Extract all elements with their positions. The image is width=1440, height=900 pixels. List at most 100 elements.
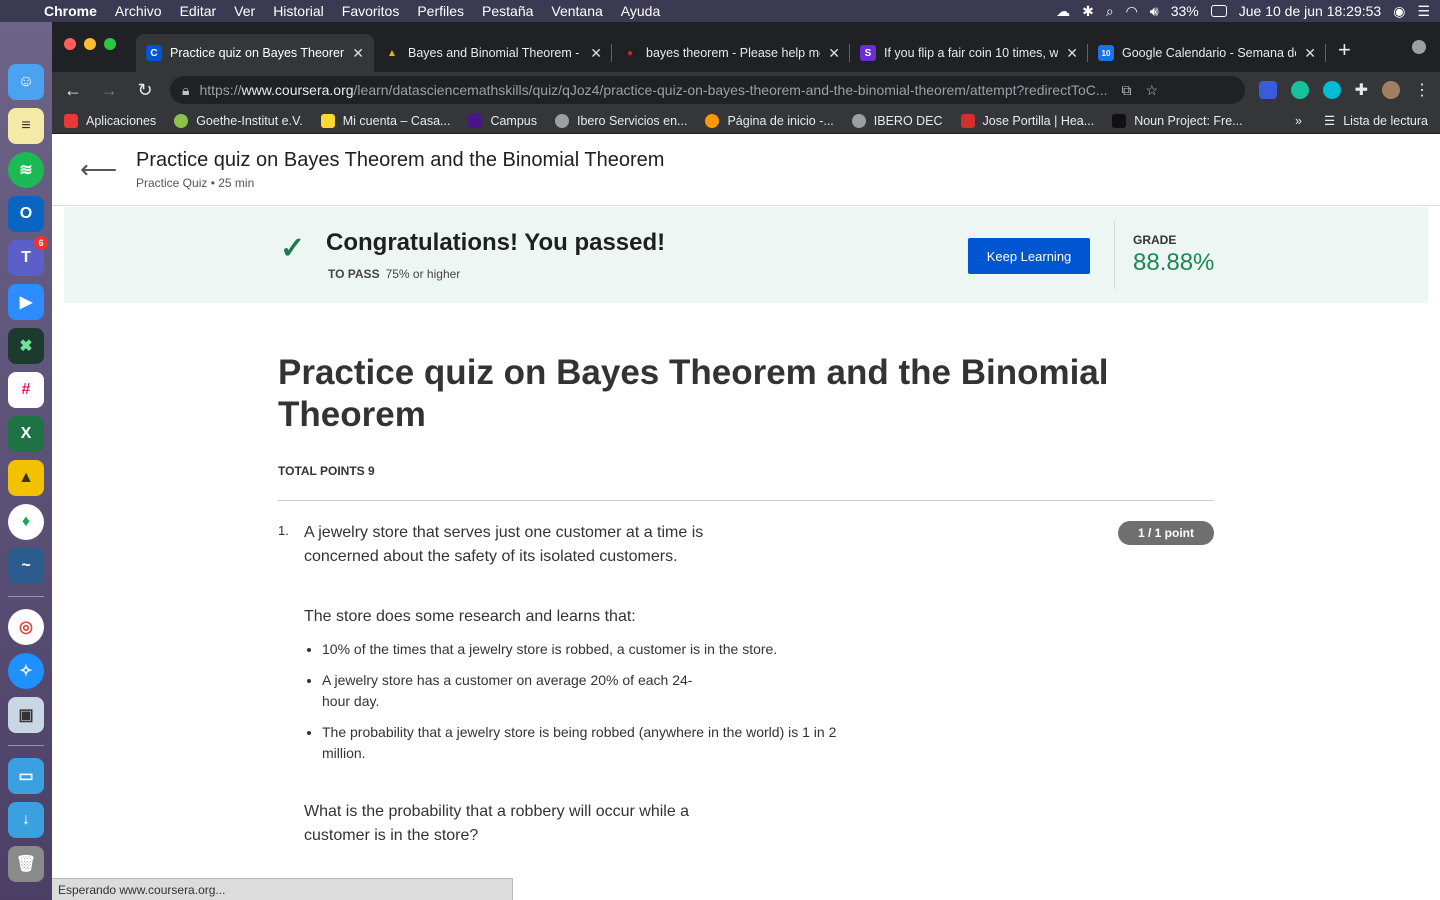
tab-search-icon[interactable] xyxy=(1412,40,1426,54)
bluetooth-icon[interactable]: ✱ xyxy=(1082,3,1094,20)
back-arrow-icon[interactable]: ← xyxy=(62,80,84,101)
menu-historial[interactable]: Historial xyxy=(273,3,324,19)
menu-ventana[interactable]: Ventana xyxy=(551,3,602,19)
question-intro: A jewelry store that serves just one cus… xyxy=(304,524,704,565)
tab-strip: C Practice quiz on Bayes Theorem and the… xyxy=(52,22,1440,72)
close-tab-icon[interactable]: ✕ xyxy=(1066,45,1078,62)
address-bar[interactable]: 🔒︎ https://www.coursera.org/learn/datasc… xyxy=(170,76,1245,104)
teams-icon[interactable]: T6 xyxy=(8,236,48,276)
tab-google-calendar[interactable]: 10 Google Calendario - Semana del ✕ xyxy=(1088,36,1326,70)
reload-icon[interactable]: ↻ xyxy=(134,80,156,101)
tab-bayes-help[interactable]: ● bayes theorem - Please help me ✕ xyxy=(612,36,850,70)
bitcoin-icon xyxy=(705,113,720,128)
chrome-icon[interactable]: ◎ xyxy=(8,609,44,645)
wifi-icon[interactable]: ◠ xyxy=(1126,3,1138,20)
close-tab-icon[interactable]: ✕ xyxy=(352,45,364,62)
search-icon[interactable]: ⌕ xyxy=(1106,3,1114,20)
menu-favoritos[interactable]: Favoritos xyxy=(342,3,400,19)
close-tab-icon[interactable]: ✕ xyxy=(828,45,840,62)
profile-avatar[interactable] xyxy=(1382,81,1400,99)
react-devtools-icon[interactable] xyxy=(1322,81,1341,99)
bookmark-label: IBERO DEC xyxy=(873,113,943,128)
grammarly-icon[interactable] xyxy=(1290,81,1309,99)
slack-icon[interactable]: # xyxy=(8,372,44,408)
gear-favicon-icon: ● xyxy=(626,47,634,59)
pass-banner: ✓ Congratulations! You passed! TO PASS 75… xyxy=(64,207,1428,303)
siri-icon[interactable]: ◉ xyxy=(1393,3,1405,20)
url-path: /learn/datasciencemathskills/quiz/qJoz4/… xyxy=(353,82,1108,98)
lock-icon[interactable]: 🔒︎ xyxy=(182,82,189,99)
list-item: The probability that a jewelry store is … xyxy=(322,722,882,764)
menu-perfiles[interactable]: Perfiles xyxy=(417,3,464,19)
question-prompt: What is the probability that a robbery w… xyxy=(304,803,690,844)
close-tab-icon[interactable]: ✕ xyxy=(590,45,602,62)
folder-icon[interactable]: ▭ xyxy=(8,758,44,794)
mysql-icon[interactable]: ~ xyxy=(8,548,44,584)
volume-icon[interactable]: 🔊︎ xyxy=(1150,3,1159,20)
grade-value: 88.88% xyxy=(1133,249,1215,276)
safari-icon[interactable]: ✧ xyxy=(8,653,44,689)
bookmark-campus[interactable]: Campus xyxy=(468,113,537,128)
bookmark-label: Noun Project: Fre... xyxy=(1134,113,1243,128)
menu-archivo[interactable]: Archivo xyxy=(115,3,162,19)
excel-icon[interactable]: X xyxy=(8,416,44,452)
back-arrow-icon[interactable]: ⟵ xyxy=(80,154,136,185)
bookmark-ibero-servicios[interactable]: Ibero Servicios en... xyxy=(555,113,688,128)
menu-editar[interactable]: Editar xyxy=(180,3,217,19)
bookmark-ibero-dec[interactable]: IBERO DEC xyxy=(851,113,943,128)
checkmark-icon: ✓ xyxy=(280,232,306,265)
keep-learning-button[interactable]: Keep Learning xyxy=(968,238,1090,274)
zoom-window-button[interactable] xyxy=(104,38,116,50)
header-subtitle: Practice Quiz • 25 min xyxy=(136,176,255,190)
menu-chrome[interactable]: Chrome xyxy=(44,3,97,19)
tab-coursera-quiz[interactable]: C Practice quiz on Bayes Theorem and the… xyxy=(136,34,374,72)
globe-icon xyxy=(555,113,569,128)
dock: ☺ ≡ ≋ O T6 ▶ ✖ # X ▲ ♦ ~ ◎ ✧ ▣ ▭ ↓ 🗑︎ xyxy=(0,22,52,900)
zoom-icon[interactable]: ▶ xyxy=(8,284,44,320)
tab-coin-flip[interactable]: S If you flip a fair coin 10 times, what… xyxy=(850,36,1088,70)
drive-favicon-icon: ▲ xyxy=(387,47,397,59)
tab-google-drive[interactable]: ▲ Bayes and Binomial Theorem - Google Dr… xyxy=(374,36,612,70)
tab-title: Bayes and Binomial Theorem - Google Driv… xyxy=(408,46,582,60)
clock[interactable]: Jue 10 de jun 18:29:53 xyxy=(1239,3,1381,19)
apps-grid-icon xyxy=(64,113,78,128)
preview-icon[interactable]: ▣ xyxy=(8,697,44,733)
bookmark-label: Página de inicio -... xyxy=(727,113,834,128)
mongodb-icon[interactable]: ♦ xyxy=(8,504,44,540)
bookmark-apps[interactable]: Aplicaciones xyxy=(64,113,156,128)
bookmark-label: Ibero Servicios en... xyxy=(577,113,688,128)
bookmark-mi-cuenta[interactable]: Mi cuenta – Casa... xyxy=(320,113,450,128)
notes-icon[interactable]: ≡ xyxy=(8,108,44,144)
excel-tool-icon[interactable]: ✖ xyxy=(8,328,44,364)
translate-icon[interactable]: ⧉ xyxy=(1122,82,1132,99)
close-tab-icon[interactable]: ✕ xyxy=(1304,45,1316,62)
downloads-icon[interactable]: ↓ xyxy=(8,802,44,838)
triangle-app-icon[interactable]: ▲ xyxy=(8,460,44,496)
trash-icon[interactable]: 🗑︎ xyxy=(8,846,44,882)
bookmark-noun-project[interactable]: Noun Project: Fre... xyxy=(1112,113,1243,128)
battery-icon[interactable] xyxy=(1210,5,1227,17)
star-icon[interactable]: ☆ xyxy=(1146,82,1159,99)
outlook-icon[interactable]: O xyxy=(8,196,44,232)
menu-ver[interactable]: Ver xyxy=(234,3,255,19)
close-window-button[interactable] xyxy=(64,38,76,50)
bookmark-pagina-inicio[interactable]: Página de inicio -... xyxy=(705,113,834,128)
puzzle-icon[interactable]: ✚ xyxy=(1355,80,1368,100)
teams-badge: 6 xyxy=(34,236,48,250)
control-center-icon[interactable]: ☰ xyxy=(1417,3,1430,20)
bookmark-goethe[interactable]: Goethe-Institut e.V. xyxy=(174,113,303,128)
cloud-icon[interactable]: ☁ xyxy=(1056,3,1070,20)
finder-icon[interactable]: ☺ xyxy=(8,64,44,100)
menu-pestana[interactable]: Pestaña xyxy=(482,3,533,19)
noun-project-icon xyxy=(1112,113,1127,128)
extension-icon[interactable] xyxy=(1258,81,1277,99)
forward-arrow-icon[interactable]: → xyxy=(98,80,120,101)
menu-ayuda[interactable]: Ayuda xyxy=(621,3,660,19)
reading-list-button[interactable]: ☰ Lista de lectura xyxy=(1324,113,1428,129)
spotify-icon[interactable]: ≋ xyxy=(8,152,44,188)
bookmark-jose-portilla[interactable]: Jose Portilla | Hea... xyxy=(960,113,1094,128)
bookmarks-overflow-icon[interactable]: » xyxy=(1295,114,1302,128)
minimize-window-button[interactable] xyxy=(84,38,96,50)
new-tab-icon[interactable]: + xyxy=(1338,37,1351,63)
kebab-menu-icon[interactable]: ⋮ xyxy=(1414,80,1430,100)
